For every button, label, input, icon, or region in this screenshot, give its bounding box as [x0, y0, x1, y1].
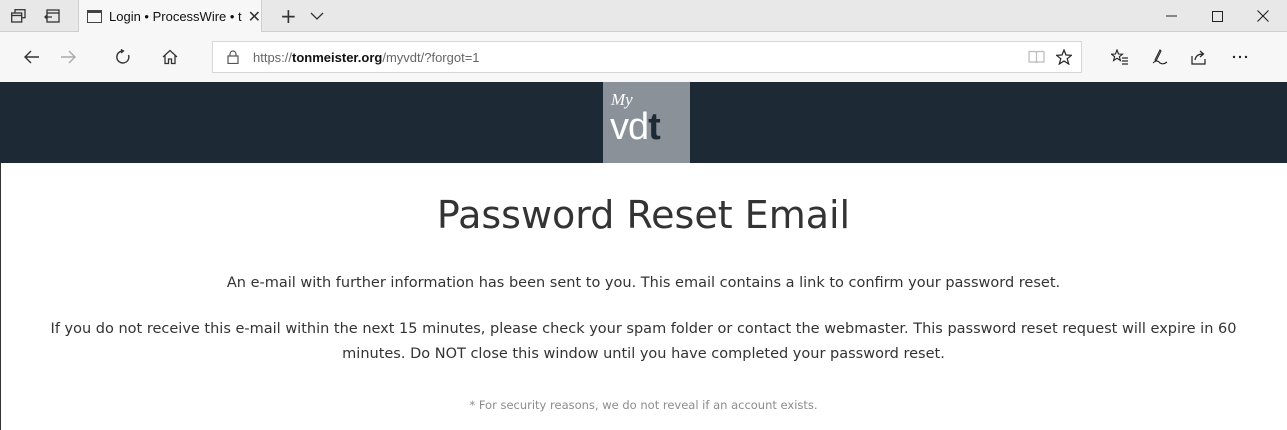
new-tab-icon[interactable]: + — [280, 0, 297, 32]
instructions-paragraph: If you do not receive this e-mail within… — [50, 321, 1237, 362]
address-bar[interactable]: https://tonmeister.org/myvdt/?forgot=1 — [212, 41, 1082, 73]
close-tab-icon[interactable]: ✕ — [248, 7, 261, 26]
lock-icon[interactable] — [227, 50, 241, 64]
navigation-bar: https://tonmeister.org/myvdt/?forgot=1 — [0, 32, 1287, 82]
tab-active[interactable]: Login • ProcessWire • tonmeister.org ✕ — [78, 0, 262, 33]
site-header: My vdt — [0, 82, 1287, 163]
logo-wordmark: vdt — [610, 106, 661, 148]
tab-list-chevron-icon[interactable] — [310, 0, 324, 32]
close-window-icon[interactable] — [1240, 0, 1286, 32]
refresh-icon[interactable] — [105, 32, 141, 82]
share-icon[interactable] — [1181, 32, 1217, 82]
more-icon[interactable] — [1222, 32, 1258, 82]
reading-view-icon[interactable] — [1023, 42, 1049, 72]
minimize-icon[interactable] — [1148, 0, 1194, 32]
security-note: * For security reasons, we do not reveal… — [469, 398, 818, 412]
window-left-border — [0, 163, 1, 430]
pen-icon[interactable] — [1142, 32, 1178, 82]
main-content: Password Reset Email An e-mail with furt… — [0, 163, 1287, 430]
tab-strip: Login • ProcessWire • tonmeister.org ✕ + — [0, 0, 1287, 33]
favorites-list-icon[interactable] — [1102, 32, 1138, 82]
back-icon[interactable] — [14, 32, 50, 82]
maximize-icon[interactable] — [1194, 0, 1240, 32]
tab-preview-icon[interactable] — [4, 0, 32, 32]
forward-icon[interactable] — [50, 32, 86, 82]
tab-title: Login • ProcessWire • tonmeister.org — [109, 9, 242, 24]
page-icon — [87, 10, 102, 23]
set-aside-tabs-icon[interactable] — [38, 0, 66, 32]
info-paragraph: An e-mail with further information has b… — [226, 275, 1061, 291]
home-icon[interactable] — [152, 32, 188, 82]
page-title: Password Reset Email — [436, 193, 851, 237]
myvdt-logo[interactable]: My vdt — [603, 82, 690, 163]
favorite-star-icon[interactable] — [1051, 42, 1077, 72]
address-domain: tonmeister.org — [292, 49, 383, 65]
address-url[interactable]: https://tonmeister.org/myvdt/?forgot=1 — [253, 50, 480, 65]
